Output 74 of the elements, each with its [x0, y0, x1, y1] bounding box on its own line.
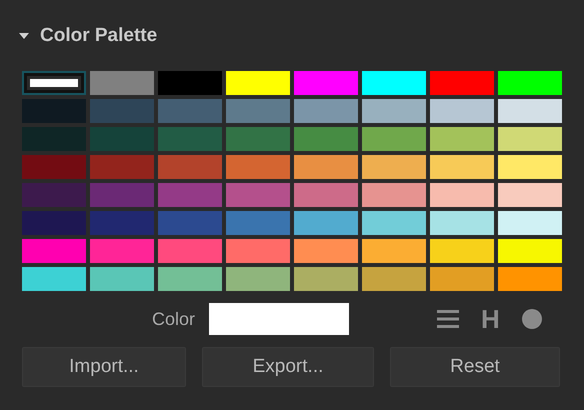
action-button[interactable]: Export...: [202, 347, 374, 387]
color-swatch[interactable]: [158, 99, 222, 123]
color-swatch[interactable]: [362, 239, 426, 263]
color-swatch[interactable]: [430, 127, 494, 151]
color-swatch[interactable]: [22, 127, 86, 151]
color-swatch[interactable]: [498, 155, 562, 179]
hex-mode-button[interactable]: H: [481, 306, 500, 332]
color-swatch[interactable]: [430, 71, 494, 95]
color-swatch[interactable]: [226, 127, 290, 151]
color-swatch[interactable]: [362, 71, 426, 95]
color-swatch[interactable]: [226, 211, 290, 235]
action-button[interactable]: Import...: [22, 347, 186, 387]
color-swatch[interactable]: [294, 71, 358, 95]
color-swatch[interactable]: [158, 71, 222, 95]
color-swatch[interactable]: [362, 183, 426, 207]
color-swatch[interactable]: [430, 267, 494, 291]
color-swatch[interactable]: [430, 183, 494, 207]
color-swatch[interactable]: [498, 127, 562, 151]
color-swatch[interactable]: [22, 239, 86, 263]
color-swatch[interactable]: [22, 99, 86, 123]
color-swatch[interactable]: [498, 183, 562, 207]
color-swatch[interactable]: [90, 155, 154, 179]
color-swatch[interactable]: [22, 71, 86, 95]
color-swatch[interactable]: [90, 183, 154, 207]
color-swatch[interactable]: [90, 71, 154, 95]
circle-icon[interactable]: [522, 309, 542, 329]
color-swatch[interactable]: [22, 183, 86, 207]
color-swatch[interactable]: [430, 99, 494, 123]
action-button[interactable]: Reset: [390, 347, 560, 387]
color-swatch[interactable]: [430, 155, 494, 179]
color-swatch[interactable]: [294, 127, 358, 151]
color-swatch[interactable]: [22, 267, 86, 291]
caret-down-icon[interactable]: [18, 31, 30, 41]
color-field[interactable]: [209, 303, 350, 335]
color-swatch[interactable]: [294, 239, 358, 263]
section-title: Color Palette: [40, 24, 158, 48]
color-swatch[interactable]: [498, 71, 562, 95]
color-swatch[interactable]: [498, 211, 562, 235]
color-swatch[interactable]: [158, 183, 222, 207]
color-swatch[interactable]: [90, 239, 154, 263]
color-swatch[interactable]: [158, 211, 222, 235]
color-swatch[interactable]: [226, 267, 290, 291]
color-swatch[interactable]: [226, 183, 290, 207]
color-swatch[interactable]: [226, 71, 290, 95]
color-swatch[interactable]: [294, 211, 358, 235]
color-swatch[interactable]: [90, 99, 154, 123]
color-swatch[interactable]: [498, 99, 562, 123]
color-swatch[interactable]: [362, 127, 426, 151]
color-swatch[interactable]: [430, 211, 494, 235]
color-swatch[interactable]: [90, 267, 154, 291]
menu-icon[interactable]: [437, 309, 460, 329]
color-swatch[interactable]: [294, 183, 358, 207]
color-swatch[interactable]: [430, 239, 494, 263]
color-swatch[interactable]: [362, 99, 426, 123]
color-swatch[interactable]: [362, 267, 426, 291]
color-swatch[interactable]: [226, 99, 290, 123]
color-label: Color: [152, 308, 196, 330]
color-swatch[interactable]: [362, 155, 426, 179]
color-swatch[interactable]: [498, 239, 562, 263]
color-swatch[interactable]: [498, 267, 562, 291]
color-swatch[interactable]: [294, 99, 358, 123]
color-swatch[interactable]: [158, 127, 222, 151]
color-swatch[interactable]: [158, 267, 222, 291]
color-swatch[interactable]: [226, 239, 290, 263]
color-swatch[interactable]: [294, 267, 358, 291]
color-swatch[interactable]: [90, 127, 154, 151]
color-swatch[interactable]: [226, 155, 290, 179]
color-swatch[interactable]: [158, 239, 222, 263]
color-swatch[interactable]: [158, 155, 222, 179]
color-swatch[interactable]: [22, 155, 86, 179]
color-swatch[interactable]: [22, 211, 86, 235]
color-swatch[interactable]: [362, 211, 426, 235]
color-swatch[interactable]: [90, 211, 154, 235]
color-swatch[interactable]: [294, 155, 358, 179]
